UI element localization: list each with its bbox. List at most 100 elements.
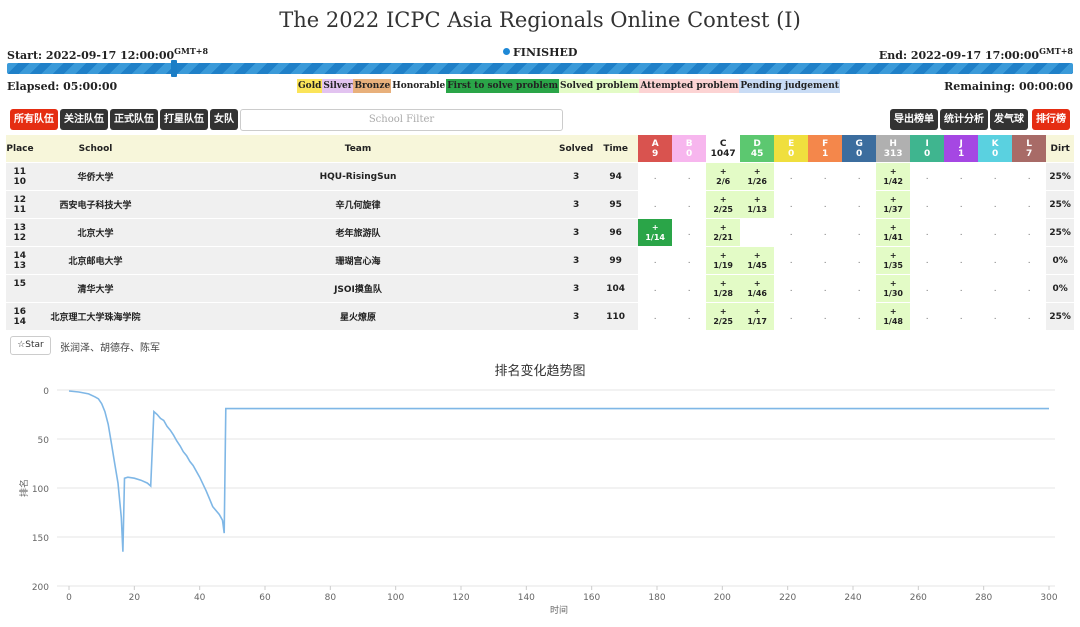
all-teams-button[interactable]: 所有队伍 xyxy=(10,109,58,130)
team-cell: HQU-RisingSun xyxy=(157,163,559,191)
problem-cell: . xyxy=(978,191,1013,219)
problem-cell: . xyxy=(944,275,979,303)
problem-cell: . xyxy=(1012,191,1047,219)
team-cell: JSOI摸鱼队 xyxy=(157,275,559,303)
problem-cell: . xyxy=(774,303,809,331)
statistics-button[interactable]: 统计分析 xyxy=(940,109,988,130)
x-tick-label: 100 xyxy=(387,593,404,603)
x-tick-label: 300 xyxy=(1040,593,1057,603)
problem-cell: +1/37 xyxy=(876,191,911,219)
balloon-button[interactable]: 发气球 xyxy=(990,109,1028,130)
problem-header-l[interactable]: L7 xyxy=(1012,135,1047,163)
problem-cell: +1/46 xyxy=(740,275,775,303)
problem-header-k[interactable]: K0 xyxy=(978,135,1013,163)
dirt-cell: 25% xyxy=(1046,191,1075,219)
place-cell: 15 xyxy=(6,275,34,303)
x-tick-label: 280 xyxy=(975,593,992,603)
problem-header-a[interactable]: A9 xyxy=(638,135,673,163)
table-row[interactable]: 13 12 北京大学 老年旅游队 3 96 +1/14. +2/21... +1/41....… xyxy=(6,219,1075,247)
dirt-header[interactable]: Dirt xyxy=(1046,135,1075,163)
problem-cell: . xyxy=(808,163,843,191)
contest-status: FINISHED xyxy=(503,46,577,59)
time-cell: 110 xyxy=(593,303,639,331)
official-teams-button[interactable]: 正式队伍 xyxy=(110,109,158,130)
table-row[interactable]: 14 13 北京邮电大学 珊瑚宫心海 3 99.. +1/19 +1/45... +1/35.… xyxy=(6,247,1075,275)
problem-cell: . xyxy=(944,247,979,275)
problem-cell: +2/6 xyxy=(706,163,741,191)
school-cell: 北京邮电大学 xyxy=(34,247,157,275)
problem-header-j[interactable]: J1 xyxy=(944,135,979,163)
solved-cell: 3 xyxy=(559,219,594,247)
x-axis-label: 时间 xyxy=(550,604,568,616)
table-row[interactable]: 11 10 华侨大学 HQU-RisingSun 3 94.. +2/6 +1/26... +… xyxy=(6,163,1075,191)
problem-header-f[interactable]: F1 xyxy=(808,135,843,163)
problem-cell: . xyxy=(978,303,1013,331)
problem-header-b[interactable]: B0 xyxy=(672,135,707,163)
y-tick-label: 100 xyxy=(32,485,49,495)
team-cell: 珊瑚宫心海 xyxy=(157,247,559,275)
x-tick-label: 20 xyxy=(129,593,141,603)
problem-cell xyxy=(740,219,775,247)
place-cell: 11 10 xyxy=(6,163,34,191)
remaining-time: Remaining: 00:00:00 xyxy=(944,80,1073,93)
problem-cell: . xyxy=(672,275,707,303)
problem-header-c[interactable]: C 1047 xyxy=(706,135,741,163)
problem-cell: . xyxy=(978,275,1013,303)
solved-cell: 3 xyxy=(559,275,594,303)
problem-header-i[interactable]: I0 xyxy=(910,135,945,163)
contest-info-row: Elapsed: 05:00:00 Gold Silver Bronze Honora… xyxy=(7,79,1073,93)
place-header[interactable]: Place xyxy=(6,135,34,163)
timeline-slider-handle[interactable] xyxy=(171,60,177,77)
problem-cell: . xyxy=(774,247,809,275)
problem-cell: . xyxy=(808,275,843,303)
time-cell: 99 xyxy=(593,247,639,275)
problem-cell: . xyxy=(910,219,945,247)
problem-cell: +1/48 xyxy=(876,303,911,331)
table-row[interactable]: 16 14 北京理工大学珠海学院 星火燎原 3 110.. +2/25 +1/17... +1… xyxy=(6,303,1075,331)
problem-cell: . xyxy=(808,303,843,331)
problem-cell: . xyxy=(672,247,707,275)
time-header[interactable]: Time xyxy=(593,135,639,163)
school-filter-input[interactable]: School Filter xyxy=(240,109,563,131)
x-tick-label: 80 xyxy=(325,593,337,603)
unofficial-teams-button[interactable]: 打星队伍 xyxy=(160,109,208,130)
school-cell: 清华大学 xyxy=(34,275,157,303)
problem-cell: . xyxy=(1012,163,1047,191)
problem-cell: +1/14 xyxy=(638,219,673,247)
problem-cell: . xyxy=(842,275,877,303)
followed-teams-button[interactable]: 关注队伍 xyxy=(60,109,108,130)
problem-cell: . xyxy=(672,163,707,191)
table-row[interactable]: 12 11 西安电子科技大学 辛几何旋律 3 95.. +2/25 +1/13... +1/3… xyxy=(6,191,1075,219)
problem-header-g[interactable]: G0 xyxy=(842,135,877,163)
problem-header-h[interactable]: H 313 xyxy=(876,135,911,163)
dirt-cell: 25% xyxy=(1046,163,1075,191)
female-teams-button[interactable]: 女队 xyxy=(210,109,238,130)
problem-header-d[interactable]: D 45 xyxy=(740,135,775,163)
problem-cell: +1/28 xyxy=(706,275,741,303)
problem-cell: . xyxy=(638,303,673,331)
contest-progress-bar xyxy=(7,60,1073,77)
star-button[interactable]: ☆Star xyxy=(10,336,51,355)
y-tick-label: 0 xyxy=(43,387,49,397)
school-header[interactable]: School xyxy=(34,135,157,163)
problem-cell: . xyxy=(842,303,877,331)
problem-header-e[interactable]: E0 xyxy=(774,135,809,163)
time-cell: 94 xyxy=(593,163,639,191)
y-tick-label: 150 xyxy=(32,534,49,544)
y-tick-label: 200 xyxy=(32,583,49,593)
school-cell: 北京大学 xyxy=(34,219,157,247)
solved-cell: 3 xyxy=(559,163,594,191)
time-cell: 96 xyxy=(593,219,639,247)
problem-cell: +1/45 xyxy=(740,247,775,275)
place-cell: 14 13 xyxy=(6,247,34,275)
problem-cell: . xyxy=(808,247,843,275)
solved-cell: 3 xyxy=(559,191,594,219)
time-cell: 95 xyxy=(593,191,639,219)
table-row[interactable]: 15 清华大学 JSOI摸鱼队 3 104.. +1/28 +1/46... +1/30..… xyxy=(6,275,1075,303)
ranking-button[interactable]: 排行榜 xyxy=(1032,109,1070,130)
export-board-button[interactable]: 导出榜单 xyxy=(890,109,938,130)
problem-cell: . xyxy=(910,303,945,331)
solved-header[interactable]: Solved xyxy=(559,135,594,163)
problem-cell: . xyxy=(910,247,945,275)
team-header[interactable]: Team xyxy=(157,135,559,163)
